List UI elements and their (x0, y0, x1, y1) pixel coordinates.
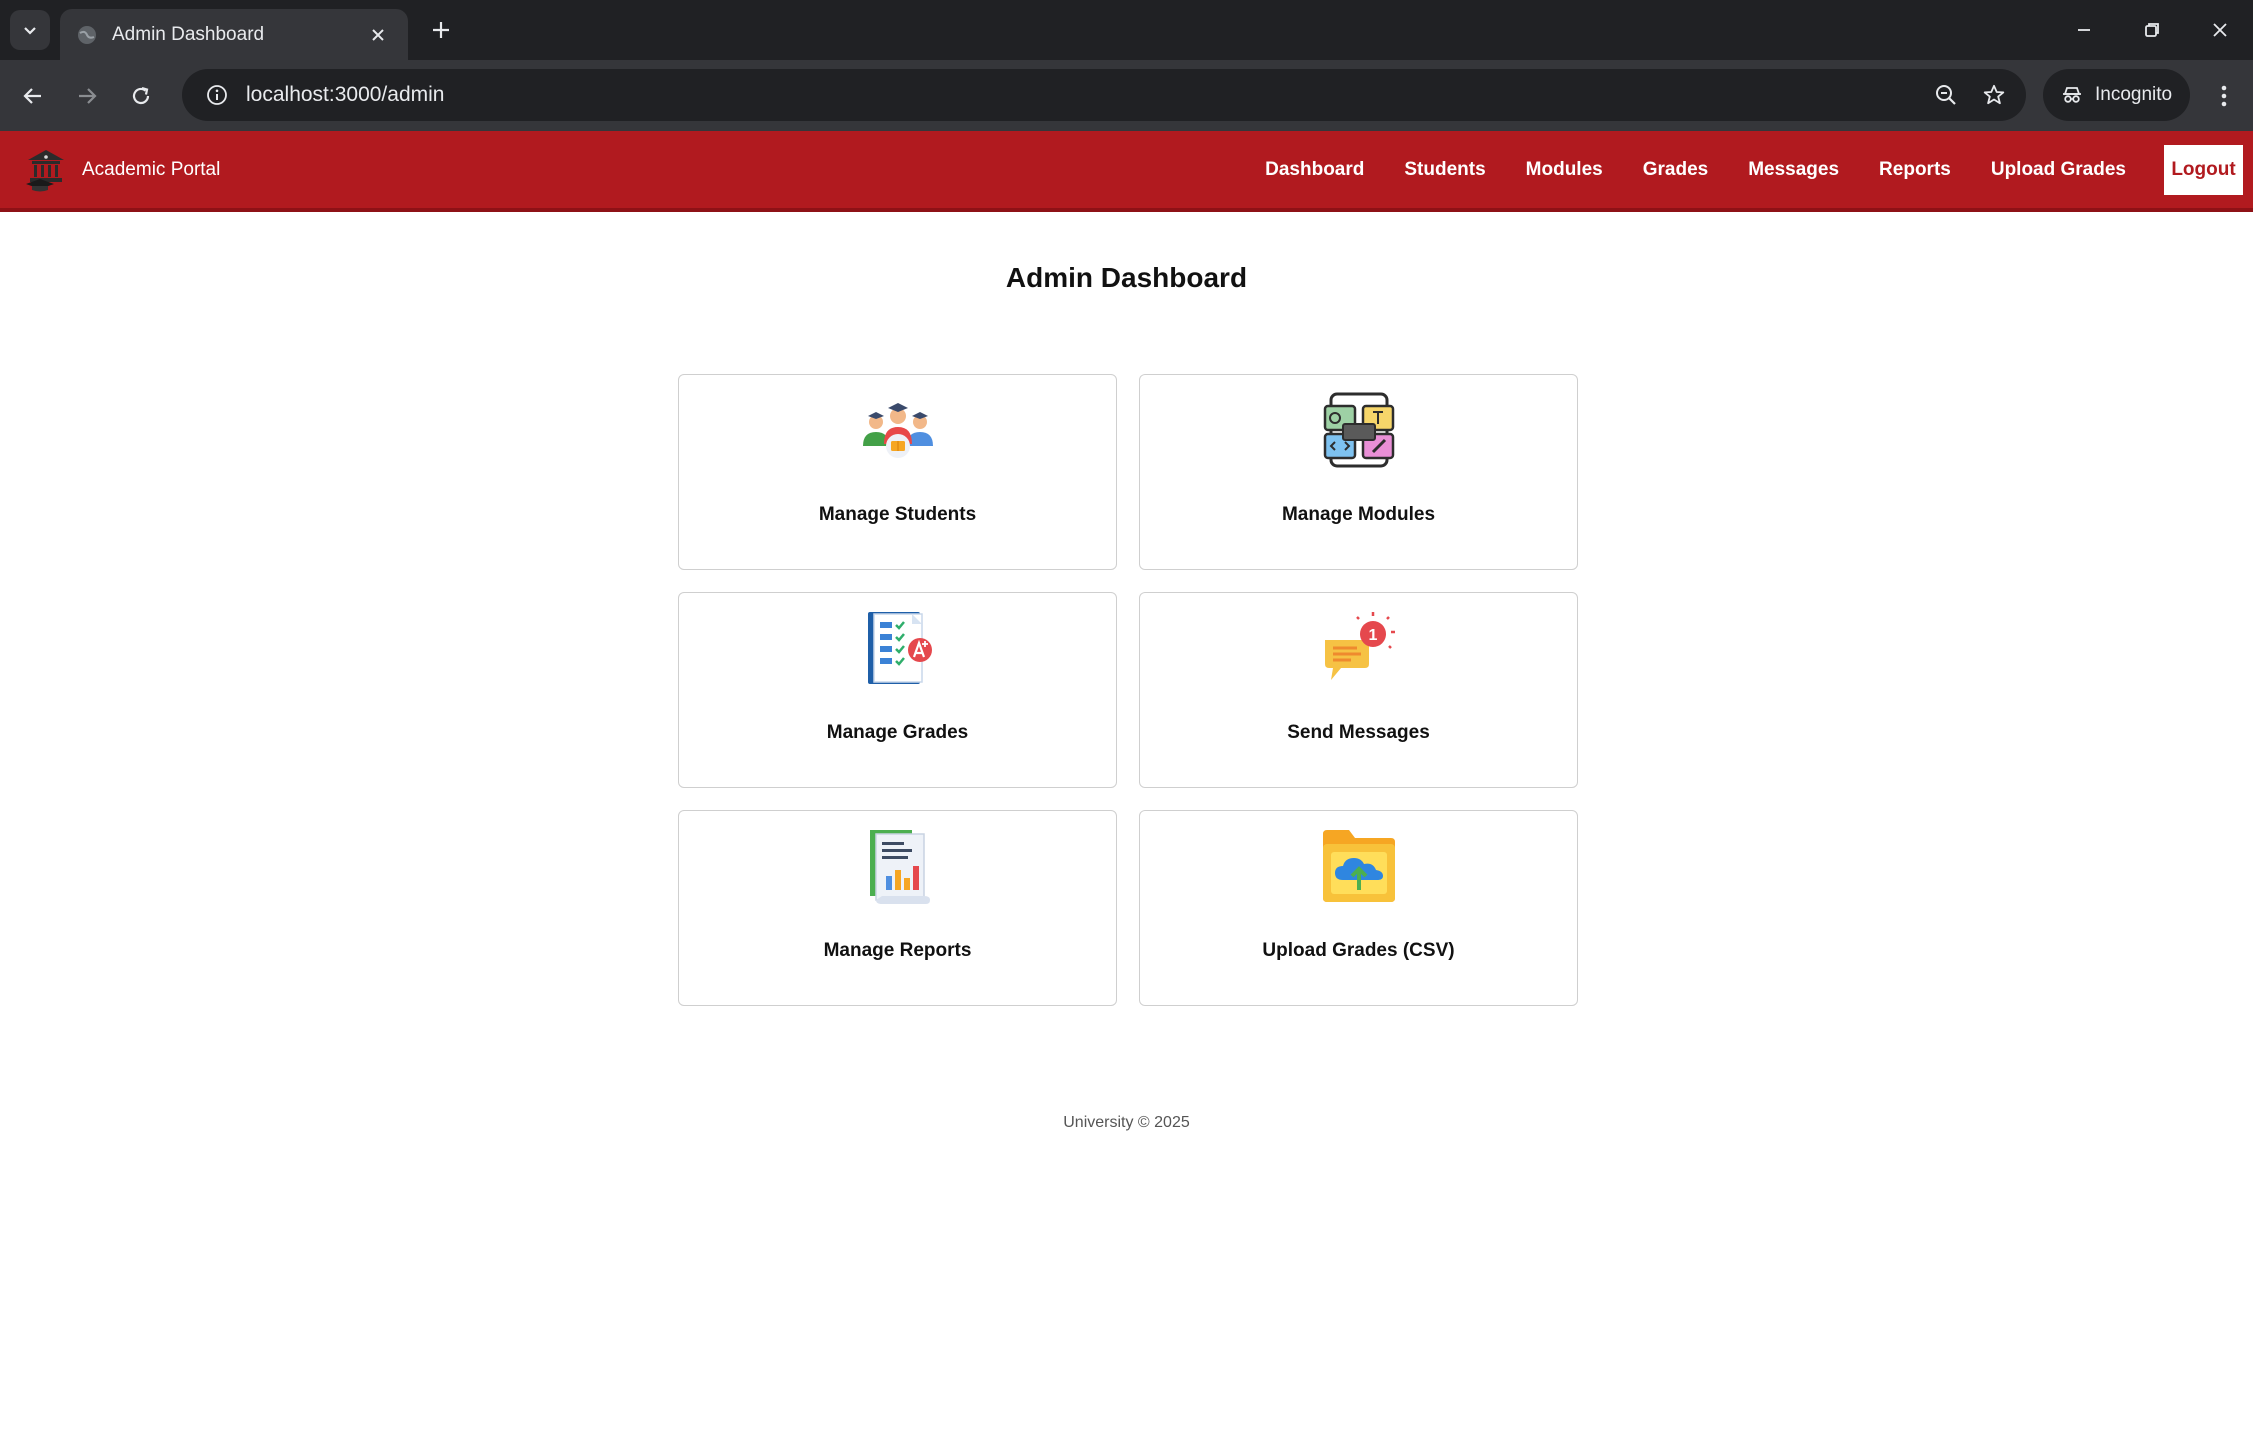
send-messages-card[interactable]: 1 Send Messages (1139, 592, 1578, 788)
restore-button[interactable] (2122, 10, 2182, 50)
card-label: Manage Students (818, 504, 977, 525)
forward-button[interactable] (68, 77, 106, 115)
reload-button[interactable] (122, 77, 160, 115)
close-icon (372, 28, 384, 41)
minimize-button[interactable] (2054, 10, 2114, 50)
browser-toolbar: localhost:3000/admin Incognito (0, 60, 2253, 131)
card-label: Manage Modules (1281, 504, 1436, 525)
manage-students-card[interactable]: Manage Students (678, 374, 1117, 570)
page-title: Admin Dashboard (1005, 262, 1248, 293)
nav-link-grades[interactable]: Grades (1643, 159, 1708, 181)
minimize-icon (2078, 29, 2090, 31)
brand-name: Academic Portal (82, 158, 221, 180)
info-icon (207, 85, 227, 105)
close-icon (2213, 23, 2227, 37)
nav-link-students[interactable]: Students (1404, 159, 1485, 181)
incognito-icon (2063, 87, 2081, 103)
arrow-right-icon (79, 88, 97, 104)
plus-icon (433, 22, 449, 38)
site-info-button[interactable] (192, 84, 242, 106)
reload-icon (132, 86, 150, 105)
brand[interactable]: Academic Portal (24, 148, 220, 192)
upload-grades-csv-card[interactable]: Upload Grades (CSV) (1139, 810, 1578, 1006)
zoom-icon (1936, 85, 1956, 105)
university-logo-icon (26, 149, 64, 191)
nav-link-modules[interactable]: Modules (1526, 159, 1603, 181)
browser-tab-bar: Admin Dashboard (0, 0, 2253, 60)
manage-reports-card[interactable]: Manage Reports (678, 810, 1117, 1006)
dashboard-card-grid: Manage Students Manage Modules Manage Gr… (678, 374, 1578, 1006)
reports-icon (869, 830, 930, 904)
chevron-down-icon (24, 27, 36, 35)
browser-tab[interactable]: Admin Dashboard (60, 9, 408, 60)
tab-title: Admin Dashboard (112, 23, 265, 45)
url-text: localhost:3000/admin (246, 83, 445, 106)
card-label: Send Messages (1287, 722, 1430, 743)
browser-menu-button[interactable] (2206, 77, 2242, 115)
messages-icon: 1 (1324, 612, 1395, 680)
manage-modules-card[interactable]: Manage Modules (1139, 374, 1578, 570)
card-label: Upload Grades (CSV) (1262, 940, 1455, 961)
footer-text: University © 2025 (1063, 1114, 1190, 1131)
more-vert-icon (2221, 85, 2227, 107)
address-bar[interactable]: localhost:3000/admin (182, 69, 2026, 121)
incognito-indicator[interactable]: Incognito (2043, 69, 2190, 121)
card-label: Manage Reports (823, 940, 972, 961)
nav-link-upload-grades[interactable]: Upload Grades (1991, 159, 2126, 181)
students-icon (862, 403, 933, 458)
grades-icon (867, 612, 932, 684)
card-label: Manage Grades (826, 722, 969, 743)
globe-icon (78, 25, 96, 44)
arrow-left-icon (23, 88, 41, 104)
message-count-badge: 1 (1368, 627, 1377, 644)
modules-icon (1323, 392, 1394, 468)
restore-icon (2145, 23, 2159, 37)
tab-search-button[interactable] (10, 10, 50, 50)
nav-link-messages[interactable]: Messages (1748, 159, 1839, 181)
close-window-button[interactable] (2190, 10, 2250, 50)
logout-button[interactable]: Logout (2164, 145, 2243, 195)
bookmark-button[interactable] (1970, 71, 2018, 119)
app-navbar: Academic Portal Dashboard Students Modul… (0, 131, 2253, 212)
manage-grades-card[interactable]: Manage Grades (678, 592, 1117, 788)
nav-link-dashboard[interactable]: Dashboard (1265, 159, 1364, 181)
upload-csv-icon (1322, 830, 1395, 902)
nav-links: Dashboard Students Modules Grades Messag… (1225, 145, 2243, 195)
close-tab-button[interactable] (364, 21, 392, 49)
star-icon (1983, 84, 2005, 105)
incognito-label: Incognito (2095, 84, 2173, 105)
back-button[interactable] (14, 77, 52, 115)
nav-link-reports[interactable]: Reports (1879, 159, 1951, 181)
new-tab-button[interactable] (424, 13, 458, 47)
zoom-button[interactable] (1922, 71, 1970, 119)
